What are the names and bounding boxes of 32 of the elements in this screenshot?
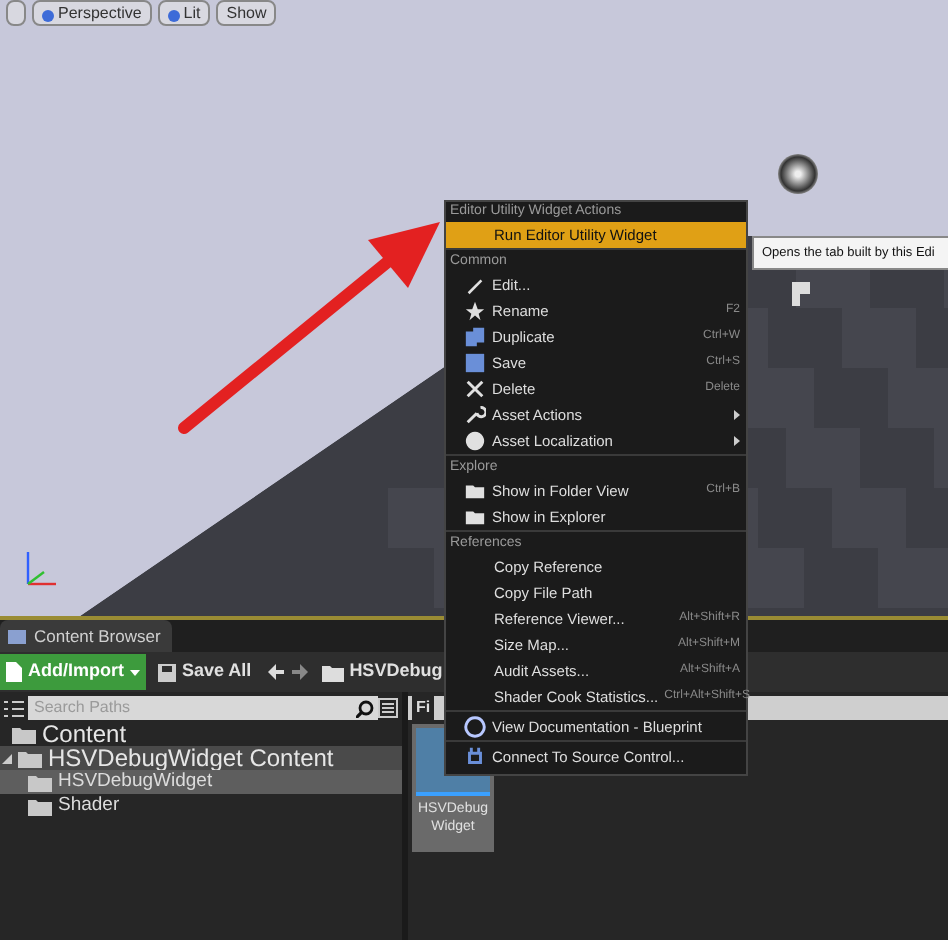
plug-icon — [464, 746, 486, 768]
document-icon — [6, 662, 22, 682]
dropdown-caret-icon — [130, 669, 140, 675]
expand-arrow-icon[interactable] — [2, 753, 12, 763]
save-all-button[interactable]: Save All — [154, 654, 256, 690]
tab-label: Content Browser — [34, 623, 161, 649]
star-icon — [464, 300, 486, 322]
list-toggle-icon[interactable] — [4, 699, 24, 717]
view-options-icon[interactable] — [378, 698, 398, 718]
cross-icon — [464, 378, 486, 400]
content-browser-icon — [8, 629, 26, 643]
folder-search-icon — [464, 480, 486, 502]
tree-item[interactable]: HSVDebugWidget — [0, 770, 402, 794]
wrench-icon — [464, 404, 486, 426]
search-icon — [356, 699, 374, 717]
add-import-button[interactable]: Add/Import — [0, 654, 146, 690]
pencil-icon — [464, 274, 486, 296]
content-browser-tab[interactable]: Content Browser — [0, 620, 172, 652]
folder-search-icon — [464, 506, 486, 528]
back-arrow-icon[interactable] — [267, 664, 284, 680]
tree-item[interactable]: Content — [0, 722, 402, 746]
filter-label[interactable]: Fi — [412, 696, 435, 720]
copy-icon — [464, 326, 486, 348]
search-paths-field[interactable]: Search Paths — [28, 696, 378, 720]
viewport-toolbar-button[interactable]: Show — [216, 0, 277, 26]
viewport-toolbar-button[interactable]: Perspective — [32, 0, 152, 26]
tree-item[interactable]: HSVDebugWidget Content — [0, 746, 402, 770]
viewport-toolbar-button[interactable]: Lit — [157, 0, 211, 26]
path-breadcrumb[interactable]: HSVDebug — [349, 658, 443, 686]
tree-item[interactable]: Shader — [0, 794, 402, 818]
folder-icon — [321, 663, 344, 681]
forward-arrow-icon[interactable] — [291, 664, 308, 680]
